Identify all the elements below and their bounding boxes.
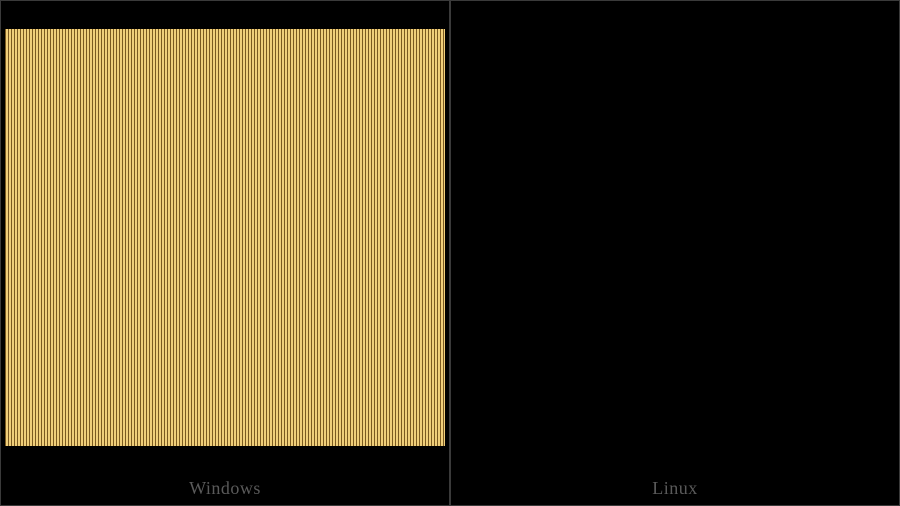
glyph-rendering-linux <box>455 29 895 446</box>
glyph-container-windows <box>1 1 449 474</box>
caption-linux: Linux <box>451 474 899 505</box>
panel-windows: Windows <box>0 0 450 506</box>
caption-windows: Windows <box>1 474 449 505</box>
glyph-container-linux <box>451 1 899 474</box>
panel-linux: Linux <box>450 0 900 506</box>
glyph-rendering-windows <box>5 29 445 446</box>
